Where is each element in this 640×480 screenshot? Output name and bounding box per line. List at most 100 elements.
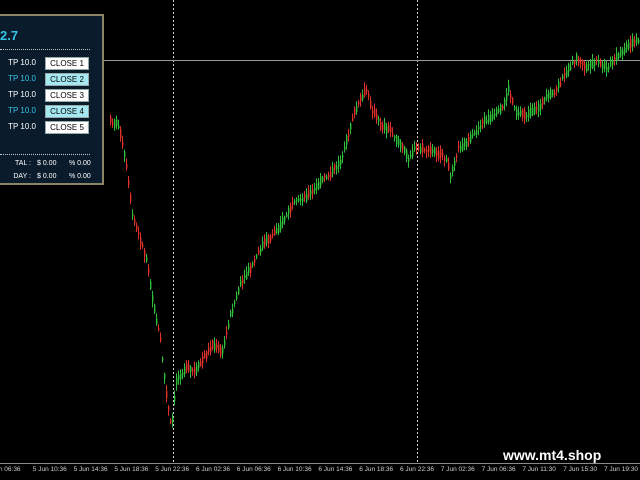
panel-divider [0, 49, 90, 50]
candle-body [402, 144, 404, 151]
candle-body [516, 109, 518, 117]
close-2-button[interactable]: CLOSE 2 [45, 73, 89, 86]
candle-body [548, 92, 550, 99]
candle-body [436, 151, 438, 157]
tp-label: TP 10.0 [8, 74, 36, 83]
close-1-button[interactable]: CLOSE 1 [45, 57, 89, 70]
candle-body [610, 59, 612, 66]
candle-body [534, 106, 536, 114]
candle-body [624, 47, 626, 54]
close-4-button[interactable]: CLOSE 4 [45, 105, 89, 118]
candle-body [350, 123, 352, 130]
time-axis-label: 7 Jun 06:36 [481, 466, 516, 473]
candle-body [492, 113, 494, 120]
candle-body [544, 97, 546, 101]
tp-row-3: TP 10.0 CLOSE 3 [0, 89, 92, 103]
candle-body [290, 205, 292, 213]
candle-body [524, 110, 526, 120]
time-axis-label: 6 Jun 10:36 [277, 466, 312, 473]
candle-body [264, 238, 266, 246]
candle-body [208, 347, 210, 352]
candle-body [520, 110, 522, 116]
candle-body [512, 98, 514, 104]
candle-body [214, 343, 216, 351]
candle-body [224, 340, 226, 346]
candle-body [622, 49, 624, 55]
time-axis-label: 6 Jun 06:36 [236, 466, 271, 473]
candle-body [388, 124, 390, 132]
candle-body [522, 109, 524, 118]
candle-body [574, 60, 576, 65]
candle-body [318, 181, 320, 190]
candle-body [430, 146, 432, 155]
candle-body [360, 94, 362, 101]
candle-body [210, 346, 212, 353]
candle-body [284, 216, 286, 222]
stat-percent: % 0.00 [69, 160, 91, 167]
candle-body [408, 158, 410, 162]
candle-body [584, 63, 586, 70]
candle-body [144, 250, 146, 257]
candle-body [540, 103, 542, 110]
candle-body [612, 59, 614, 65]
candle-body [598, 60, 600, 65]
stat-label: TAL : [15, 160, 31, 167]
time-axis-label: Jun 06:36 [0, 466, 21, 473]
candle-body [606, 66, 608, 72]
candle-body [188, 364, 190, 372]
candle-body [472, 133, 474, 137]
candle-body [274, 229, 276, 235]
candle-body [478, 126, 480, 130]
candle-body [416, 145, 418, 150]
candle-body [608, 66, 610, 70]
candle-body [538, 104, 540, 112]
candle-body [222, 347, 224, 354]
close-3-button[interactable]: CLOSE 3 [45, 89, 89, 102]
candle-body [220, 346, 222, 356]
candle-body [272, 233, 274, 236]
candle-body [384, 122, 386, 131]
candle-body [150, 281, 152, 289]
candle-body [164, 373, 166, 379]
candle-body [258, 249, 260, 254]
time-axis-label: 5 Jun 22:36 [155, 466, 190, 473]
candle-body [386, 126, 388, 134]
candle-body [560, 83, 562, 86]
candle-body [212, 340, 214, 349]
candle-body [510, 94, 512, 99]
close-5-button[interactable]: CLOSE 5 [45, 121, 89, 134]
candle-body [490, 114, 492, 122]
candle-body [294, 200, 296, 203]
candlestick-series [110, 33, 640, 428]
candle-body [454, 160, 456, 166]
candle-body [182, 372, 184, 376]
candle-body [340, 159, 342, 165]
time-axis-label: 7 Jun 02:36 [440, 466, 475, 473]
candle-body [154, 304, 156, 313]
panel-title: 2.7 [0, 28, 19, 43]
candle-body [198, 362, 200, 369]
candle-body [192, 369, 194, 372]
candle-body [296, 199, 298, 202]
candle-body [582, 60, 584, 66]
candle-body [320, 176, 322, 186]
candle-body [118, 125, 120, 128]
candle-body [578, 58, 580, 64]
candle-body [588, 63, 590, 66]
candle-body [234, 301, 236, 305]
candle-body [442, 153, 444, 156]
candle-body [616, 53, 618, 61]
stat-label: DAY : [13, 173, 31, 180]
candle-body [382, 124, 384, 130]
candle-body [464, 139, 466, 147]
candle-body [486, 120, 488, 123]
candle-body [452, 166, 454, 173]
stat-value: $ 0.00 [37, 160, 57, 167]
candle-body [422, 143, 424, 153]
candle-body [254, 259, 256, 263]
candle-body [634, 39, 636, 44]
candle-body [590, 60, 592, 68]
candle-body [312, 189, 314, 194]
time-axis-label: 5 Jun 10:36 [32, 466, 67, 473]
candle-body [268, 236, 270, 244]
